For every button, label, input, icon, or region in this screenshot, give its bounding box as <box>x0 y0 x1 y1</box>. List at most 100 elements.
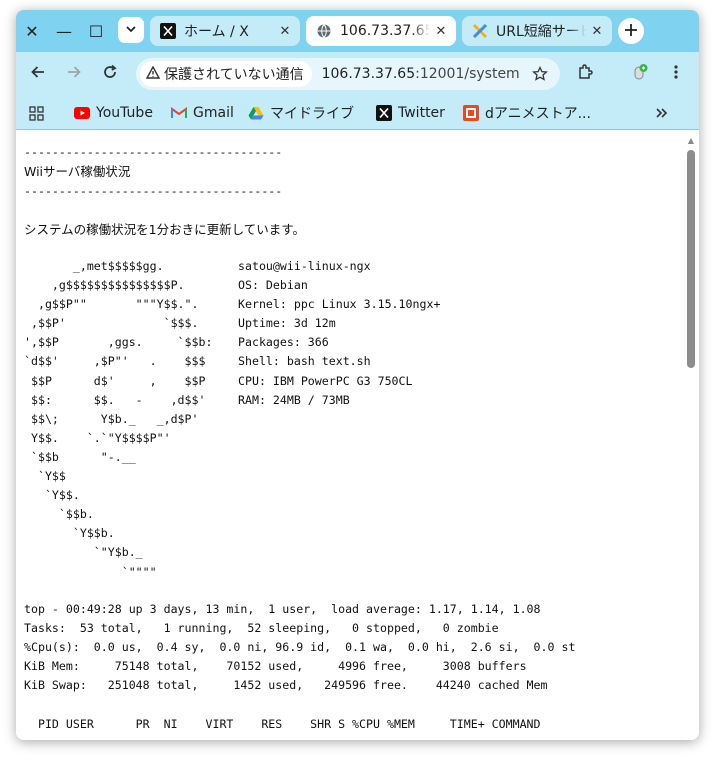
top-line: PID USER PR NI VIRT RES SHR S %CPU %MEM … <box>24 716 541 731</box>
rule-bottom: ------------------------------------- <box>24 184 283 199</box>
logo-line: ,g$$$$$$$$$$$$$$$P. <box>24 278 185 293</box>
bookmark-label: YouTube <box>96 105 153 121</box>
tab-url-shortener[interactable]: URL短縮サービス ✕ <box>462 16 612 46</box>
top-line: KiB Swap: 251048 total, 1452 used, 24959… <box>24 678 548 693</box>
tab-title: ホーム / X <box>184 24 249 40</box>
logo-line: `Y$$b. <box>24 526 115 541</box>
logo-line: $$P d$' , $$P <box>24 373 206 388</box>
bookmark-label: Twitter <box>398 105 445 121</box>
page-content: ------------------------------------- Wi… <box>16 130 699 740</box>
logo-line: `$$b "-.__ <box>24 449 136 464</box>
apps-button[interactable] <box>28 102 50 124</box>
logo-line: ',$$P ,ggs. `$$b: <box>24 335 213 350</box>
arrow-left-icon <box>30 64 46 85</box>
puzzle-icon <box>577 63 595 86</box>
extensions-button[interactable] <box>572 60 600 88</box>
logo-line: `"Y$b._ <box>24 545 143 560</box>
sysinfo-line: OS: Debian <box>238 278 308 293</box>
update-notice: システムの稼働状況を1分おきに更新しています。 <box>24 222 305 238</box>
x-logo-icon <box>376 105 392 121</box>
scroll-up-icon[interactable]: ▲ <box>686 136 696 146</box>
sysinfo-line: RAM: 24MB / 73MB <box>238 392 350 407</box>
sysinfo-line: Packages: 366 <box>238 335 329 350</box>
bookmark-twitter[interactable]: Twitter <box>376 102 445 124</box>
chevron-double-right-icon <box>654 105 670 121</box>
mouse-extension-icon <box>630 62 650 87</box>
logo-line: `"""" <box>24 564 157 579</box>
warning-icon <box>145 65 161 83</box>
sysinfo-line: satou@wii-linux-ngx <box>238 259 371 273</box>
bookmark-star-icon[interactable] <box>528 62 552 86</box>
bookmarks-bar: YouTube Gmail マイドライブ Twitter dアニメストア... <box>16 96 699 130</box>
logo-line: `d$$' ,$P"' . $$$ <box>24 354 206 369</box>
x-logo-icon <box>160 23 176 39</box>
youtube-icon <box>74 105 90 121</box>
rule-top: ------------------------------------- <box>24 145 283 159</box>
system-info: satou@wii-linux-ngx OS: Debian Kernel: p… <box>238 257 440 410</box>
close-icon[interactable]: ✕ <box>586 24 608 39</box>
tab-x-home[interactable]: ホーム / X ✕ <box>150 16 300 46</box>
menu-button[interactable] <box>662 60 690 88</box>
globe-icon <box>316 23 332 39</box>
tab-system-status[interactable]: 106.73.37.65:12001/system ✕ <box>306 16 456 46</box>
page-header: ------------------------------------- Wi… <box>24 143 305 240</box>
logo-line: ,$$P' `$$$. <box>24 316 199 331</box>
logo-line: $$\; Y$b._ _,d$P' <box>24 411 199 426</box>
back-button[interactable] <box>24 60 52 88</box>
kebab-menu-icon <box>673 64 679 85</box>
security-label: 保護されていない通信 <box>164 67 304 83</box>
top-line: %Cpu(s): 0.0 us, 0.4 sy, 0.0 ni, 96.9 id… <box>24 640 576 655</box>
tab-title: 106.73.37.65:12001/system <box>340 23 430 39</box>
more-bookmarks-button[interactable] <box>654 102 676 124</box>
plus-icon <box>624 21 638 42</box>
arrow-right-icon <box>66 64 82 85</box>
page-title: Wiiサーバ稼働状況 <box>24 164 131 180</box>
tab-search-button[interactable] <box>118 17 144 43</box>
extension-mouse-button[interactable] <box>626 60 654 88</box>
url-host: 106.73.37.65 <box>321 66 416 82</box>
logo-line: ,g$$P"" """Y$$.". <box>24 297 199 312</box>
danime-icon <box>463 105 479 121</box>
forward-button[interactable] <box>60 60 88 88</box>
gmail-icon <box>171 105 187 121</box>
top-output: top - 00:49:28 up 3 days, 13 min, 1 user… <box>24 600 575 734</box>
reload-icon <box>102 64 118 85</box>
top-line: top - 00:49:28 up 3 days, 13 min, 1 user… <box>24 602 541 616</box>
tab-title: URL短縮サービス <box>496 24 586 40</box>
logo-line: `$$b. <box>24 507 94 522</box>
scrollbar-thumb[interactable] <box>687 150 695 368</box>
security-indicator[interactable]: 保護されていない通信 <box>140 61 312 87</box>
sysinfo-line: Kernel: ppc Linux 3.15.10ngx+ <box>238 297 441 312</box>
logo-line: `Y$$. <box>24 488 80 503</box>
sysinfo-line: Uptime: 3d 12m <box>238 316 336 331</box>
close-icon[interactable]: ✕ <box>274 24 296 39</box>
window-close-button[interactable]: ✕ <box>16 18 48 44</box>
logo-line: $$: $$. - ,d$$' <box>24 392 206 407</box>
google-drive-icon <box>248 105 264 121</box>
logo-line: _,met$$$$$gg. <box>24 259 164 273</box>
bookmark-gmail[interactable]: Gmail <box>171 102 234 124</box>
window-minimize-button[interactable]: — <box>48 18 80 44</box>
close-icon[interactable]: ✕ <box>430 24 452 39</box>
bookmark-google-drive[interactable]: マイドライブ <box>248 102 354 124</box>
tab-strip: ✕ — ☐ ホーム / X ✕ 106.73.37.65:12001/syste… <box>16 10 699 52</box>
new-tab-button[interactable] <box>618 18 644 44</box>
sysinfo-line: CPU: IBM PowerPC G3 750CL <box>238 373 413 388</box>
bookmark-label: Gmail <box>193 105 234 121</box>
window-maximize-button[interactable]: ☐ <box>80 18 112 44</box>
reload-button[interactable] <box>96 60 124 88</box>
toolbar: 保護されていない通信 106.73.37.65:12001/system <box>16 52 699 96</box>
bookmark-label: マイドライブ <box>270 106 354 122</box>
bookmark-youtube[interactable]: YouTube <box>74 102 153 124</box>
bookmark-label: dアニメストア... <box>485 106 591 122</box>
apps-grid-icon <box>28 105 44 121</box>
url-text[interactable]: 106.73.37.65:12001/system <box>322 66 522 82</box>
address-bar[interactable]: 保護されていない通信 106.73.37.65:12001/system <box>136 58 560 90</box>
vertical-scrollbar[interactable]: ▲ <box>685 134 697 738</box>
top-line: KiB Mem: 75148 total, 70152 used, 4996 f… <box>24 659 527 674</box>
top-line: Tasks: 53 total, 1 running, 52 sleeping,… <box>24 621 499 636</box>
url-path: :12001/system <box>415 66 520 82</box>
bookmark-danime[interactable]: dアニメストア... <box>463 102 591 124</box>
debian-ascii-logo: _,met$$$$$gg. ,g$$$$$$$$$$$$$$$P. ,g$$P"… <box>24 257 212 582</box>
logo-line: `Y$$ <box>24 469 66 484</box>
